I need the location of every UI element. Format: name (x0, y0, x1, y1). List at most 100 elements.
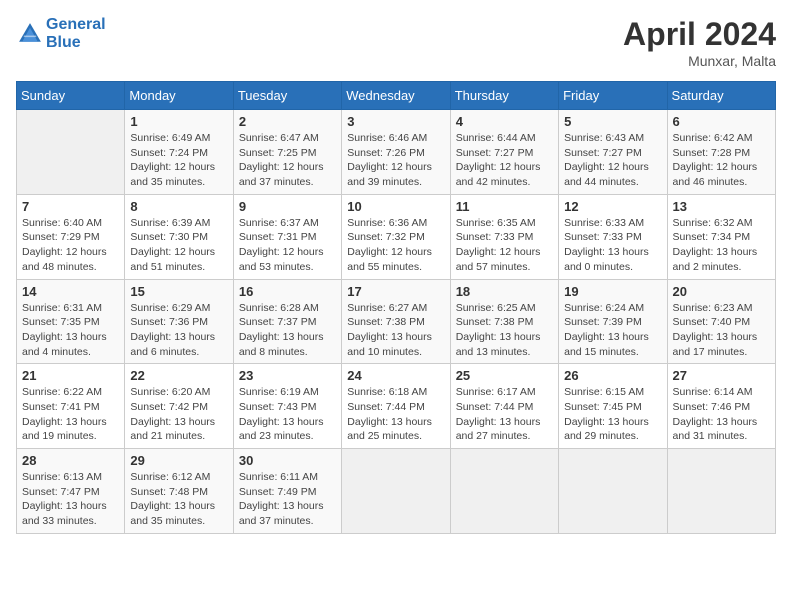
calendar-cell: 20 Sunrise: 6:23 AMSunset: 7:40 PMDayligh… (667, 279, 775, 364)
calendar-cell: 2Sunrise: 6:47 AMSunset: 7:25 PMDaylight… (233, 110, 341, 195)
calendar-cell: 28 Sunrise: 6:13 AMSunset: 7:47 PMDayligh… (17, 449, 125, 534)
calendar-cell (450, 449, 558, 534)
day-number: 27 (673, 368, 770, 383)
day-number: 23 (239, 368, 336, 383)
calendar-cell (342, 449, 450, 534)
calendar-cell: 12 Sunrise: 6:33 AMSunset: 7:33 PMDayligh… (559, 194, 667, 279)
day-info: Sunrise: 6:27 AMSunset: 7:38 PMDaylight:… (347, 301, 444, 360)
calendar-cell: 27 Sunrise: 6:14 AMSunset: 7:46 PMDayligh… (667, 364, 775, 449)
calendar-week-4: 28 Sunrise: 6:13 AMSunset: 7:47 PMDayligh… (17, 449, 776, 534)
calendar-week-2: 14 Sunrise: 6:31 AMSunset: 7:35 PMDayligh… (17, 279, 776, 364)
calendar-cell: 29 Sunrise: 6:12 AMSunset: 7:48 PMDayligh… (125, 449, 233, 534)
location-subtitle: Munxar, Malta (623, 53, 776, 69)
calendar-table: SundayMondayTuesdayWednesdayThursdayFrid… (16, 81, 776, 534)
calendar-cell: 30 Sunrise: 6:11 AMSunset: 7:49 PMDayligh… (233, 449, 341, 534)
calendar-cell: 3Sunrise: 6:46 AMSunset: 7:26 PMDaylight… (342, 110, 450, 195)
day-number: 16 (239, 284, 336, 299)
header-thursday: Thursday (450, 82, 558, 110)
day-info: Sunrise: 6:40 AMSunset: 7:29 PMDaylight:… (22, 216, 119, 275)
day-info: Sunrise: 6:31 AMSunset: 7:35 PMDaylight:… (22, 301, 119, 360)
day-info: Sunrise: 6:43 AMSunset: 7:27 PMDaylight:… (564, 131, 661, 190)
title-block: April 2024 Munxar, Malta (623, 16, 776, 69)
calendar-cell: 18 Sunrise: 6:25 AMSunset: 7:38 PMDayligh… (450, 279, 558, 364)
day-number: 22 (130, 368, 227, 383)
day-info: Sunrise: 6:19 AMSunset: 7:43 PMDaylight:… (239, 385, 336, 444)
day-info: Sunrise: 6:24 AMSunset: 7:39 PMDaylight:… (564, 301, 661, 360)
calendar-cell: 23 Sunrise: 6:19 AMSunset: 7:43 PMDayligh… (233, 364, 341, 449)
header-saturday: Saturday (667, 82, 775, 110)
day-info: Sunrise: 6:37 AMSunset: 7:31 PMDaylight:… (239, 216, 336, 275)
day-info: Sunrise: 6:33 AMSunset: 7:33 PMDaylight:… (564, 216, 661, 275)
day-info: Sunrise: 6:12 AMSunset: 7:48 PMDaylight:… (130, 470, 227, 529)
day-info: Sunrise: 6:47 AMSunset: 7:25 PMDaylight:… (239, 131, 336, 190)
calendar-cell: 19 Sunrise: 6:24 AMSunset: 7:39 PMDayligh… (559, 279, 667, 364)
calendar-cell (17, 110, 125, 195)
day-number: 20 (673, 284, 770, 299)
day-info: Sunrise: 6:42 AMSunset: 7:28 PMDaylight:… (673, 131, 770, 190)
calendar-cell: 26 Sunrise: 6:15 AMSunset: 7:45 PMDayligh… (559, 364, 667, 449)
day-number: 12 (564, 199, 661, 214)
calendar-cell: 16 Sunrise: 6:28 AMSunset: 7:37 PMDayligh… (233, 279, 341, 364)
day-number: 14 (22, 284, 119, 299)
day-info: Sunrise: 6:15 AMSunset: 7:45 PMDaylight:… (564, 385, 661, 444)
calendar-cell (667, 449, 775, 534)
day-info: Sunrise: 6:29 AMSunset: 7:36 PMDaylight:… (130, 301, 227, 360)
calendar-week-3: 21 Sunrise: 6:22 AMSunset: 7:41 PMDayligh… (17, 364, 776, 449)
calendar-cell: 17 Sunrise: 6:27 AMSunset: 7:38 PMDayligh… (342, 279, 450, 364)
calendar-cell: 8Sunrise: 6:39 AMSunset: 7:30 PMDaylight… (125, 194, 233, 279)
day-info: Sunrise: 6:44 AMSunset: 7:27 PMDaylight:… (456, 131, 553, 190)
day-number: 29 (130, 453, 227, 468)
calendar-cell: 11 Sunrise: 6:35 AMSunset: 7:33 PMDayligh… (450, 194, 558, 279)
header-monday: Monday (125, 82, 233, 110)
day-info: Sunrise: 6:14 AMSunset: 7:46 PMDaylight:… (673, 385, 770, 444)
calendar-cell: 24 Sunrise: 6:18 AMSunset: 7:44 PMDayligh… (342, 364, 450, 449)
day-number: 26 (564, 368, 661, 383)
calendar-cell: 14 Sunrise: 6:31 AMSunset: 7:35 PMDayligh… (17, 279, 125, 364)
calendar-cell: 7Sunrise: 6:40 AMSunset: 7:29 PMDaylight… (17, 194, 125, 279)
calendar-cell: 13Sunrise: 6:32 AMSunset: 7:34 PMDayligh… (667, 194, 775, 279)
logo-text: General Blue (46, 16, 106, 52)
calendar-cell: 10 Sunrise: 6:36 AMSunset: 7:32 PMDayligh… (342, 194, 450, 279)
day-number: 24 (347, 368, 444, 383)
day-info: Sunrise: 6:49 AMSunset: 7:24 PMDaylight:… (130, 131, 227, 190)
day-number: 11 (456, 199, 553, 214)
day-number: 17 (347, 284, 444, 299)
day-info: Sunrise: 6:13 AMSunset: 7:47 PMDaylight:… (22, 470, 119, 529)
day-info: Sunrise: 6:35 AMSunset: 7:33 PMDaylight:… (456, 216, 553, 275)
day-info: Sunrise: 6:39 AMSunset: 7:30 PMDaylight:… (130, 216, 227, 275)
day-info: Sunrise: 6:32 AMSunset: 7:34 PMDaylight:… (673, 216, 770, 275)
calendar-week-1: 7Sunrise: 6:40 AMSunset: 7:29 PMDaylight… (17, 194, 776, 279)
calendar-cell: 21 Sunrise: 6:22 AMSunset: 7:41 PMDayligh… (17, 364, 125, 449)
calendar-week-0: 1 Sunrise: 6:49 AMSunset: 7:24 PMDaylight… (17, 110, 776, 195)
day-info: Sunrise: 6:28 AMSunset: 7:37 PMDaylight:… (239, 301, 336, 360)
day-number: 25 (456, 368, 553, 383)
day-info: Sunrise: 6:22 AMSunset: 7:41 PMDaylight:… (22, 385, 119, 444)
day-number: 19 (564, 284, 661, 299)
day-info: Sunrise: 6:17 AMSunset: 7:44 PMDaylight:… (456, 385, 553, 444)
header-tuesday: Tuesday (233, 82, 341, 110)
day-number: 1 (130, 114, 227, 129)
calendar-cell: 15Sunrise: 6:29 AMSunset: 7:36 PMDayligh… (125, 279, 233, 364)
logo: General Blue (16, 16, 106, 52)
day-number: 4 (456, 114, 553, 129)
header-sunday: Sunday (17, 82, 125, 110)
day-number: 18 (456, 284, 553, 299)
header-wednesday: Wednesday (342, 82, 450, 110)
calendar-cell: 22Sunrise: 6:20 AMSunset: 7:42 PMDayligh… (125, 364, 233, 449)
day-number: 21 (22, 368, 119, 383)
logo-icon (16, 20, 44, 48)
day-info: Sunrise: 6:23 AMSunset: 7:40 PMDaylight:… (673, 301, 770, 360)
day-info: Sunrise: 6:11 AMSunset: 7:49 PMDaylight:… (239, 470, 336, 529)
day-number: 9 (239, 199, 336, 214)
day-number: 6 (673, 114, 770, 129)
day-number: 3 (347, 114, 444, 129)
calendar-cell: 1 Sunrise: 6:49 AMSunset: 7:24 PMDaylight… (125, 110, 233, 195)
day-number: 28 (22, 453, 119, 468)
calendar-cell: 5 Sunrise: 6:43 AMSunset: 7:27 PMDaylight… (559, 110, 667, 195)
day-number: 30 (239, 453, 336, 468)
day-info: Sunrise: 6:25 AMSunset: 7:38 PMDaylight:… (456, 301, 553, 360)
day-number: 10 (347, 199, 444, 214)
day-number: 5 (564, 114, 661, 129)
day-info: Sunrise: 6:18 AMSunset: 7:44 PMDaylight:… (347, 385, 444, 444)
day-info: Sunrise: 6:36 AMSunset: 7:32 PMDaylight:… (347, 216, 444, 275)
